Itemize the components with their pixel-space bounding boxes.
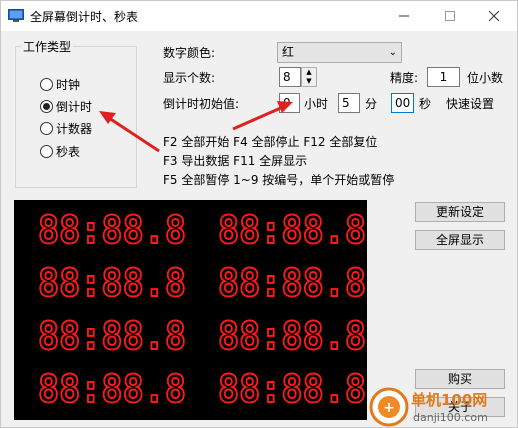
count-spinner[interactable]: ▲ ▼ — [301, 67, 317, 87]
count-input[interactable]: 8 — [279, 67, 301, 87]
timer-display-5[interactable]: 88:88.8 — [38, 315, 188, 355]
maximize-button[interactable] — [427, 1, 473, 31]
timer-digits-5: 88:88.8 — [38, 315, 186, 355]
timer-display-4[interactable]: 88:88.8 — [218, 262, 368, 302]
svg-text:+: + — [383, 400, 395, 416]
radio-countdown[interactable]: 倒计时 — [40, 98, 92, 115]
watermark-logo: + 单机100网 danji100.com — [369, 387, 488, 427]
chevron-down-icon: ⌄ — [388, 47, 397, 58]
radio-clock-indicator — [40, 78, 53, 91]
watermark-name: 单机100网 — [411, 391, 487, 409]
timer-digits-1: 88:88.8 — [38, 209, 186, 249]
watermark-url: danji100.com — [413, 411, 488, 424]
timer-display-3[interactable]: 88:88.8 — [38, 262, 188, 302]
fullscreen-button[interactable]: 全屏显示 — [415, 230, 505, 250]
app-icon — [8, 9, 24, 22]
close-button[interactable] — [471, 1, 517, 31]
color-select-value: 红 — [282, 45, 295, 59]
minutes-unit: 分 — [365, 97, 378, 111]
color-select[interactable]: 红 ⌄ — [277, 42, 402, 63]
precision-unit: 位小数 — [467, 71, 504, 85]
precision-input[interactable]: 1 — [427, 67, 460, 87]
minimize-icon — [399, 15, 409, 17]
radio-stopwatch-label: 秒表 — [56, 145, 81, 159]
radio-counter-indicator — [40, 122, 53, 135]
help-line-1: F2 全部开始 F4 全部停止 F12 全部复位 — [163, 135, 378, 149]
radio-countdown-indicator — [40, 100, 53, 113]
timer-digits-3: 88:88.8 — [38, 262, 186, 302]
radio-stopwatch[interactable]: 秒表 — [40, 143, 80, 160]
radio-stopwatch-indicator — [40, 145, 53, 158]
spin-up-icon[interactable]: ▲ — [302, 68, 316, 77]
timer-digits-4: 88:88.8 — [218, 262, 366, 302]
app-window: 全屏幕倒计时、秒表 工作类型 时钟 倒计时 计数器 秒表 数字颜色: 红 ⌄ 显… — [0, 0, 518, 428]
timer-display-7[interactable]: 88:88.8 — [38, 368, 188, 408]
seconds-input[interactable]: 00 — [391, 93, 414, 113]
maximize-icon — [445, 11, 455, 21]
precision-label: 精度: — [390, 71, 419, 85]
minimize-button[interactable] — [381, 1, 427, 31]
work-type-group — [15, 46, 137, 188]
quick-setting-link[interactable]: 快速设置 — [446, 95, 494, 112]
help-line-3: F5 全部暂停 1~9 按编号，单个开始或暂停 — [163, 173, 395, 187]
radio-countdown-label: 倒计时 — [56, 100, 93, 114]
seconds-unit: 秒 — [419, 97, 432, 111]
help-line-2: F3 导出数据 F11 全屏显示 — [163, 154, 308, 168]
timer-digits-2: 88:88.8 — [218, 209, 366, 249]
radio-clock-label: 时钟 — [56, 78, 81, 92]
radio-counter[interactable]: 计数器 — [40, 120, 92, 137]
timer-display-2[interactable]: 88:88.8 — [218, 209, 368, 249]
spin-down-icon[interactable]: ▼ — [302, 77, 316, 86]
timer-digits-7: 88:88.8 — [38, 368, 186, 408]
timer-display-1[interactable]: 88:88.8 — [38, 209, 188, 249]
title-bar: 全屏幕倒计时、秒表 — [1, 1, 517, 31]
color-label: 数字颜色: — [163, 46, 216, 60]
hours-input[interactable]: 0 — [279, 93, 300, 113]
count-label: 显示个数: — [163, 71, 216, 85]
close-icon — [489, 11, 499, 21]
initial-value-label: 倒计时初始值: — [163, 97, 240, 111]
window-title: 全屏幕倒计时、秒表 — [30, 10, 139, 24]
hours-unit: 小时 — [304, 97, 329, 111]
timer-display-8[interactable]: 88:88.8 — [218, 368, 368, 408]
radio-counter-label: 计数器 — [56, 122, 93, 136]
minutes-input[interactable]: 5 — [338, 93, 360, 113]
led-display: 88:88.8 88:88.8 88:88.8 88:88.8 88:88.8 … — [14, 200, 367, 420]
timer-digits-6: 88:88.8 — [218, 315, 366, 355]
radio-clock[interactable]: 时钟 — [40, 76, 80, 93]
update-settings-button[interactable]: 更新设定 — [415, 202, 505, 222]
work-type-group-title: 工作类型 — [21, 38, 74, 55]
timer-digits-8: 88:88.8 — [218, 368, 366, 408]
timer-display-6[interactable]: 88:88.8 — [218, 315, 368, 355]
